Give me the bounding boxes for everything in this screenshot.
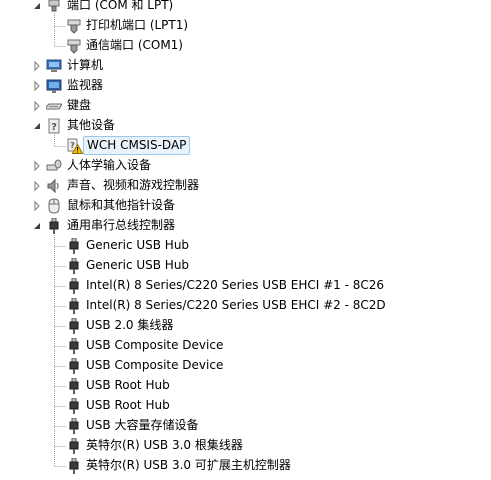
usb-plug-icon <box>69 378 79 394</box>
collapse-arrow-icon[interactable] <box>32 221 42 231</box>
tree-item-keyboards[interactable]: 键盘 <box>0 96 491 116</box>
tree-item-label: WCH CMSIS-DAP <box>83 136 191 155</box>
speaker-icon <box>47 178 59 194</box>
tree-item-label: USB Root Hub <box>86 378 170 392</box>
tree-item-label: 端口 (COM 和 LPT) <box>67 0 174 12</box>
tree-item-device[interactable]: USB Composite Device <box>0 336 491 356</box>
usb-plug-icon <box>69 298 79 314</box>
usb-plug-icon <box>69 338 79 354</box>
collapse-arrow-icon[interactable] <box>32 1 42 11</box>
tree-item-device[interactable]: 通信端口 (COM1) <box>0 36 491 56</box>
usb-plug-icon <box>69 258 79 274</box>
tree-item-device[interactable]: USB 大容量存储设备 <box>0 416 491 436</box>
tree-item-mice[interactable]: 鼠标和其他指针设备 <box>0 196 491 216</box>
tree-item-device[interactable]: Intel(R) 8 Series/C220 Series USB EHCI #… <box>0 276 491 296</box>
expand-arrow-icon[interactable] <box>32 201 42 211</box>
tree-item-hid[interactable]: 人体学输入设备 <box>0 156 491 176</box>
tree-item-label: 键盘 <box>67 98 92 112</box>
svg-text:?: ? <box>51 122 57 133</box>
tree-item-device[interactable]: USB Root Hub <box>0 376 491 396</box>
tree-item-label: 计算机 <box>67 58 104 72</box>
usb-plug-icon <box>69 418 79 434</box>
tree-item-ports[interactable]: 端口 (COM 和 LPT) <box>0 0 491 16</box>
device-tree: 端口 (COM 和 LPT) 打印机端口 (LPT1) 通信端口 (COM1) … <box>0 0 491 480</box>
expand-arrow-icon[interactable] <box>32 61 42 71</box>
tree-item-other-devices[interactable]: ? 其他设备 <box>0 116 491 136</box>
warning-icon <box>72 144 83 154</box>
tree-item-label: Generic USB Hub <box>86 258 190 272</box>
tree-item-label: Intel(R) 8 Series/C220 Series USB EHCI #… <box>86 278 385 292</box>
tree-item-device[interactable]: Intel(R) 8 Series/C220 Series USB EHCI #… <box>0 296 491 316</box>
usb-plug-icon <box>69 398 79 414</box>
monitor-icon <box>46 79 62 93</box>
tree-item-label: 人体学输入设备 <box>67 158 152 172</box>
tree-item-label: USB Composite Device <box>86 338 224 352</box>
tree-item-device[interactable]: 打印机端口 (LPT1) <box>0 16 491 36</box>
tree-item-computer[interactable]: 计算机 <box>0 56 491 76</box>
hid-device-icon <box>46 159 62 171</box>
tree-item-device[interactable]: USB 2.0 集线器 <box>0 316 491 336</box>
tree-item-monitors[interactable]: 监视器 <box>0 76 491 96</box>
tree-item-device[interactable]: USB Root Hub <box>0 396 491 416</box>
tree-item-label: Generic USB Hub <box>86 238 190 252</box>
expand-arrow-icon[interactable] <box>32 101 42 111</box>
tree-item-device[interactable]: Generic USB Hub <box>0 236 491 256</box>
mouse-icon <box>48 198 60 214</box>
expand-arrow-icon[interactable] <box>32 161 42 171</box>
tree-item-label: 监视器 <box>67 78 104 92</box>
tree-item-label: USB Composite Device <box>86 358 224 372</box>
usb-plug-icon <box>49 218 59 234</box>
tree-item-label: USB 2.0 集线器 <box>86 318 174 332</box>
port-connector-icon <box>67 19 81 34</box>
tree-item-label: 通信端口 (COM1) <box>86 38 183 52</box>
tree-item-device[interactable]: Generic USB Hub <box>0 256 491 276</box>
keyboard-icon <box>46 103 62 110</box>
tree-item-device[interactable]: USB Composite Device <box>0 356 491 376</box>
usb-plug-icon <box>69 318 79 334</box>
unknown-device-icon: ? <box>48 118 60 134</box>
port-connector-icon <box>48 0 60 12</box>
usb-plug-icon <box>69 238 79 254</box>
tree-item-label: 其他设备 <box>67 118 116 132</box>
tree-item-label: 打印机端口 (LPT1) <box>86 18 189 32</box>
usb-plug-icon <box>69 278 79 294</box>
usb-plug-icon <box>69 358 79 374</box>
tree-item-label: 鼠标和其他指针设备 <box>67 198 176 212</box>
expand-arrow-icon[interactable] <box>32 181 42 191</box>
tree-item-device[interactable]: 英特尔(R) USB 3.0 可扩展主机控制器 <box>0 456 491 476</box>
tree-item-device-selected[interactable]: ? WCH CMSIS-DAP <box>0 136 491 156</box>
tree-item-device[interactable]: 英特尔(R) USB 3.0 根集线器 <box>0 436 491 456</box>
tree-item-label: USB 大容量存储设备 <box>86 418 199 432</box>
tree-item-label: Intel(R) 8 Series/C220 Series USB EHCI #… <box>86 298 386 312</box>
tree-item-sound[interactable]: 声音、视频和游戏控制器 <box>0 176 491 196</box>
tree-item-label: 声音、视频和游戏控制器 <box>67 178 200 192</box>
tree-item-label: 英特尔(R) USB 3.0 根集线器 <box>86 438 243 452</box>
usb-plug-icon <box>69 458 79 474</box>
tree-item-label: 英特尔(R) USB 3.0 可扩展主机控制器 <box>86 458 291 472</box>
collapse-arrow-icon[interactable] <box>32 121 42 131</box>
usb-plug-icon <box>69 438 79 454</box>
tree-item-label: USB Root Hub <box>86 398 170 412</box>
tree-item-usb[interactable]: 通用串行总线控制器 <box>0 216 491 236</box>
port-connector-icon <box>67 39 81 54</box>
computer-icon <box>46 59 62 72</box>
expand-arrow-icon[interactable] <box>32 81 42 91</box>
tree-item-label: 通用串行总线控制器 <box>67 218 176 232</box>
